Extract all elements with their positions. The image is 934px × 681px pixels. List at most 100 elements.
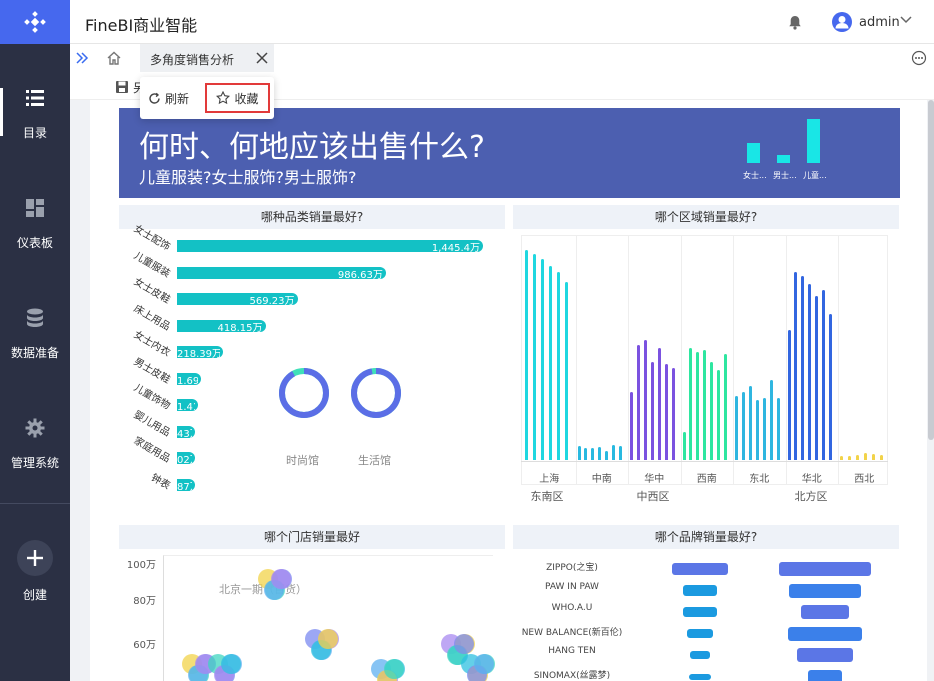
refresh-label: 刷新	[165, 91, 190, 106]
region-group-label: 中西区	[636, 490, 670, 503]
banner-bar	[807, 119, 820, 163]
region-bar	[612, 445, 616, 460]
brand-tick-label: NEW BALANCE(新百伦)	[521, 627, 623, 638]
region-bar	[829, 314, 833, 460]
region-bar	[689, 348, 693, 460]
region-bar	[565, 282, 569, 460]
region-tick-label: 华中	[644, 474, 665, 485]
brand-bar	[789, 583, 861, 598]
region-bar	[525, 250, 528, 460]
region-bar	[717, 370, 721, 460]
region-bar	[748, 386, 752, 460]
region-tick-label: 华北	[801, 474, 822, 485]
region-bar	[864, 453, 868, 460]
sidebar-item-dashboard[interactable]: 仪表板	[0, 198, 70, 298]
fine-logo[interactable]	[0, 0, 70, 44]
region-bar	[577, 446, 581, 460]
donut-life	[351, 368, 401, 418]
store-point	[474, 654, 494, 674]
app-title: FineBI商业智能	[85, 16, 198, 35]
brand-bar	[797, 648, 853, 662]
region-bar	[630, 392, 633, 460]
category-value-label: 986.63万	[337, 269, 383, 281]
brand-bar	[683, 607, 717, 617]
region-bar	[696, 352, 700, 460]
region-bar	[636, 345, 640, 460]
region-group-label: 东南区	[530, 490, 564, 503]
more-icon[interactable]	[911, 50, 927, 66]
sidebar-item-label: 管理系统	[10, 456, 59, 470]
region-bar	[584, 448, 588, 460]
banner-bar-label: 女士...	[743, 171, 767, 180]
store-point	[271, 569, 291, 589]
brand-panel-title: 哪个品牌销量最好?	[513, 525, 899, 549]
category-value-label: 1.69万	[177, 375, 198, 387]
username[interactable]: admin	[859, 15, 900, 30]
region-bar	[541, 259, 545, 460]
sidebar-item-data-prep[interactable]: 数据准备	[0, 308, 70, 408]
store-y-tick-label: 80万	[133, 596, 156, 607]
sidebar-item-create[interactable]: 创建	[0, 540, 70, 640]
category-value-label: 418.15万	[217, 322, 263, 334]
region-group-label: 北方区	[794, 490, 828, 503]
star-icon	[216, 91, 231, 105]
region-bar	[671, 368, 675, 460]
region-bar	[549, 266, 553, 460]
sidebar-item-catalog[interactable]: 目录	[0, 88, 70, 188]
brand-bar	[672, 563, 728, 575]
region-bar	[591, 448, 595, 460]
avatar[interactable]	[832, 12, 852, 32]
banner-bar	[777, 155, 790, 163]
region-bar	[755, 400, 759, 460]
region-bar	[769, 380, 773, 460]
region-bar	[710, 362, 714, 460]
region-bar	[787, 330, 791, 460]
brand-bar	[788, 626, 862, 641]
region-bar	[557, 272, 561, 460]
region-tick-label: 中南	[591, 474, 612, 485]
chevron-down-icon[interactable]	[900, 16, 912, 24]
region-bar	[801, 276, 805, 460]
store-point	[384, 659, 404, 679]
region-panel-title: 哪个区域销量最好?	[513, 205, 899, 229]
region-bar	[794, 272, 798, 460]
tab-bar: 多角度销售分析	[70, 44, 934, 72]
donut-slice	[279, 368, 329, 418]
top-header: FineBI商业智能 admin	[70, 0, 934, 44]
category-value-label: 43万	[177, 428, 192, 440]
sidebar: 目录 仪表板 数据准备 管理系统 创建	[0, 0, 70, 681]
tab-sales-analysis[interactable]: 多角度销售分析	[140, 44, 274, 72]
region-column-divider	[680, 235, 682, 485]
region-bar	[848, 456, 852, 460]
brand-tick-label: WHO.A.U	[551, 603, 593, 613]
category-value-label: 569.23万	[249, 296, 295, 307]
scrollbar[interactable]	[928, 100, 934, 440]
region-bar	[872, 454, 876, 460]
store-panel-title: 哪个门店销量最好	[119, 525, 505, 549]
store-point	[454, 634, 474, 654]
favorite-button[interactable]: 收藏	[205, 83, 270, 113]
donut-fashion	[279, 368, 329, 418]
donut-slice	[351, 368, 401, 418]
store-point	[221, 654, 241, 674]
bell-icon[interactable]	[788, 15, 802, 30]
plus-icon	[17, 540, 53, 576]
region-bar	[815, 296, 819, 460]
close-icon[interactable]	[256, 52, 268, 64]
dashboard-context-menu: 刷新 收藏	[140, 77, 274, 119]
brand-bar	[801, 605, 849, 619]
region-bar	[598, 447, 602, 460]
save-icon[interactable]	[115, 80, 129, 94]
region-bar	[619, 446, 623, 460]
region-tick-label: 东北	[749, 474, 770, 485]
dashboard-banner: 何时、何地应该出售什么? 儿童服装?女士服饰?男士服饰? 女士... 男士... 儿…	[119, 108, 900, 198]
region-bar	[643, 340, 647, 460]
region-bar	[657, 348, 661, 460]
double-chevron-right-icon[interactable]	[75, 51, 89, 65]
region-bar	[703, 350, 707, 460]
refresh-button[interactable]: 刷新	[148, 89, 189, 107]
home-icon[interactable]	[106, 50, 122, 66]
region-bar	[650, 362, 654, 460]
gear-icon	[25, 418, 45, 438]
category-value-label: 87万	[177, 481, 192, 493]
